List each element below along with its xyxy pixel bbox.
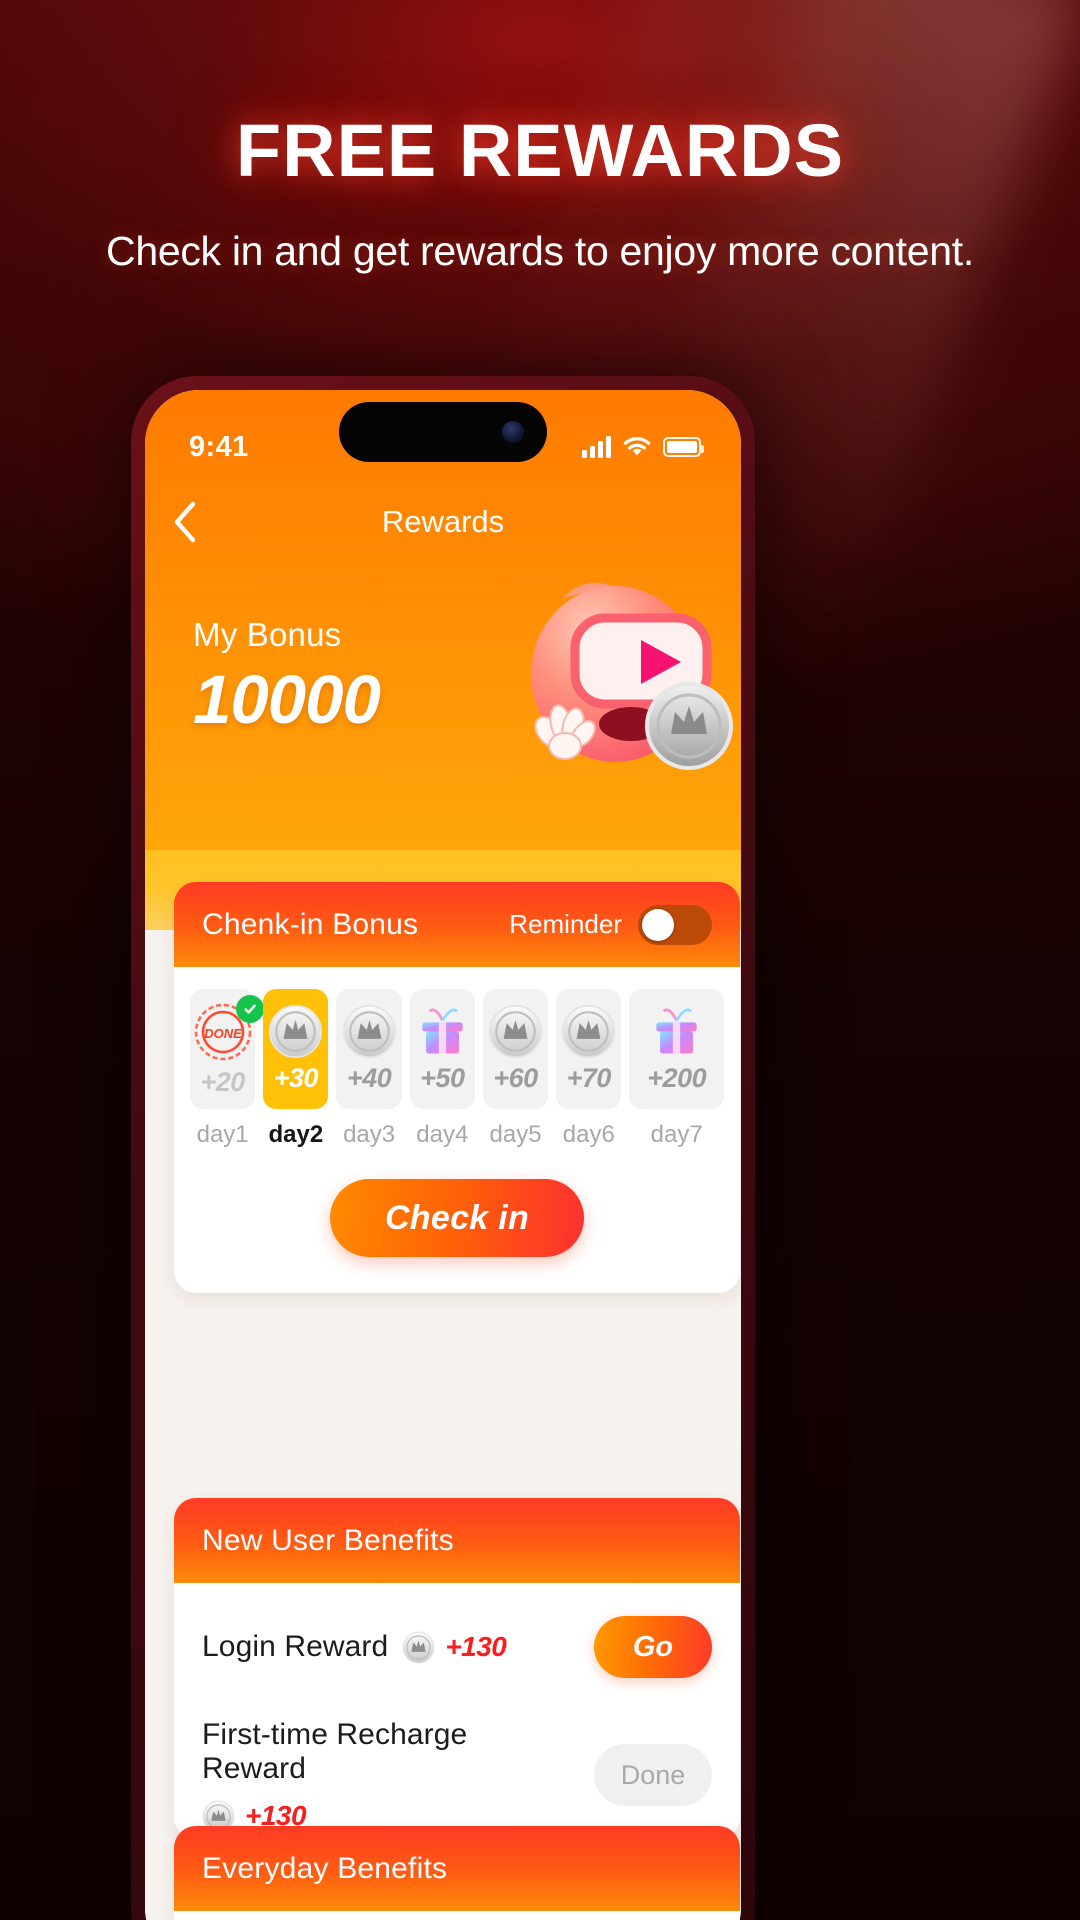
everyday-benefits-card: Everyday Benefits Watching Drama RewardG… — [174, 1826, 740, 1920]
checkin-days-row: DONE +20 day1 +30 day2 +40 day3 +50 day4 +60 day5 +… — [174, 967, 740, 1149]
checkin-day-tile[interactable]: +30 — [263, 989, 329, 1109]
checkin-day-tile[interactable]: +200 — [629, 989, 724, 1109]
checkin-day-tile[interactable]: +70 — [556, 989, 622, 1109]
checkin-card-body: DONE +20 day1 +30 day2 +40 day3 +50 day4 +60 day5 +… — [174, 967, 740, 1293]
everyday-benefits-body: Watching Drama RewardGet — [174, 1911, 740, 1920]
checkin-day-label: day4 — [416, 1121, 469, 1148]
checkin-card-title: Chenk-in Bonus — [202, 907, 419, 941]
checkin-bonus-card: Chenk-in Bonus Reminder DONE +20 day1 +30 da… — [174, 882, 740, 1293]
new-user-benefits-body: Login Reward +130 Go First-time Recharge Re… — [174, 1583, 740, 1839]
checkin-day-label: day6 — [562, 1121, 615, 1148]
checkin-day-label: day2 — [268, 1121, 324, 1148]
crown-coin-icon — [269, 1004, 323, 1059]
checkin-day-item[interactable]: +60 day5 — [482, 989, 549, 1149]
crown-coin-icon — [402, 1631, 435, 1663]
checkin-day-amount: +40 — [346, 1063, 392, 1093]
benefit-row: First-time Recharge Reward +130 Done — [174, 1711, 740, 1839]
everyday-benefits-header: Everyday Benefits — [174, 1826, 740, 1911]
checkin-day-amount: +60 — [493, 1063, 538, 1093]
front-camera-icon — [502, 421, 524, 443]
checkin-day-item[interactable]: +70 day6 — [556, 989, 622, 1149]
reminder-label: Reminder — [509, 909, 622, 939]
status-indicators — [582, 436, 704, 458]
page-title: FREE REWARDS — [235, 109, 845, 192]
checkin-day-item[interactable]: DONE +20 day1 — [190, 989, 264, 1149]
crown-coin-icon — [488, 1004, 543, 1059]
phone-screen: 9:41 Rewards My Bonus 10000 Chenk-in Bon… — [145, 390, 741, 1920]
phone-mockup-frame: 9:41 Rewards My Bonus 10000 Chenk-in Bon… — [131, 376, 755, 1920]
checkin-day-item[interactable]: +200 day7 — [629, 989, 724, 1149]
benefit-row: Watching Drama RewardGet — [174, 1911, 740, 1920]
checkin-day-tile[interactable]: +50 — [409, 989, 475, 1109]
benefit-info: Login Reward +130 — [202, 1630, 507, 1664]
checkin-day-label: day3 — [343, 1121, 396, 1148]
cellular-bars-icon — [582, 436, 611, 458]
checkin-day-label: day5 — [489, 1121, 542, 1148]
nav-bar: Rewards — [145, 482, 741, 562]
status-clock: 9:41 — [189, 430, 249, 463]
checkin-day-amount: +70 — [566, 1063, 612, 1093]
checkin-card-header: Chenk-in Bonus Reminder — [174, 882, 740, 967]
checkin-day-amount: +200 — [647, 1063, 707, 1093]
crown-coin-icon — [562, 1004, 616, 1059]
benefit-name: First-time Recharge Reward — [202, 1717, 468, 1785]
benefit-reward: +130 — [402, 1631, 507, 1664]
battery-full-icon — [663, 437, 704, 457]
checkin-day-label: day1 — [196, 1121, 249, 1148]
check-in-button[interactable]: Check in — [330, 1179, 584, 1257]
reminder-toggle-knob — [642, 908, 674, 941]
new-user-benefits-header: New User Benefits — [174, 1498, 740, 1583]
gift-box-icon — [422, 1008, 463, 1054]
bonus-summary: My Bonus 10000 — [193, 616, 381, 739]
mascot-play-character-icon — [531, 582, 733, 770]
reminder-toggle[interactable] — [638, 904, 712, 945]
checkin-day-item[interactable]: +40 day3 — [336, 989, 402, 1149]
benefit-action-button[interactable]: Go — [594, 1616, 712, 1678]
new-user-benefits-card: New User Benefits Login Reward +130 Go Firs… — [174, 1498, 740, 1839]
checkin-day-amount: +20 — [200, 1066, 245, 1097]
check-badge-icon — [235, 994, 264, 1023]
checkin-day-amount: +50 — [420, 1063, 465, 1093]
done-stamp-icon: DONE — [192, 994, 264, 1063]
benefit-action-button: Done — [594, 1744, 712, 1806]
checkin-day-label: day7 — [650, 1121, 703, 1148]
checkin-day-tile[interactable]: +40 — [336, 989, 402, 1109]
crown-coin-icon — [342, 1004, 396, 1059]
wifi-icon — [623, 437, 651, 456]
bonus-value: 10000 — [193, 661, 381, 738]
gift-box-icon — [656, 1008, 697, 1054]
checkin-day-item[interactable]: +30 day2 — [263, 989, 329, 1149]
checkin-day-tile[interactable]: DONE +20 — [190, 989, 264, 1109]
new-user-benefits-title: New User Benefits — [202, 1523, 454, 1557]
nav-title: Rewards — [381, 504, 505, 539]
everyday-benefits-title: Everyday Benefits — [202, 1851, 448, 1885]
dynamic-island — [339, 402, 547, 462]
benefit-name: Login Reward — [202, 1630, 389, 1663]
promo-subtitle: Check in and get rewards to enjoy more c… — [106, 227, 974, 274]
reminder-control[interactable]: Reminder — [509, 904, 712, 945]
benefit-info: First-time Recharge Reward +130 — [202, 1718, 572, 1833]
promo-header: FREE REWARDS Check in and get rewards to… — [0, 112, 1080, 280]
checkin-day-amount: +30 — [273, 1063, 319, 1093]
bonus-label: My Bonus — [193, 616, 342, 653]
svg-text:DONE: DONE — [204, 1026, 242, 1041]
benefit-row: Login Reward +130 Go — [174, 1583, 740, 1711]
benefit-reward-amount: +130 — [445, 1631, 507, 1662]
checkin-button-row: Check in — [174, 1149, 740, 1293]
checkin-day-tile[interactable]: +60 — [482, 989, 549, 1109]
checkin-day-item[interactable]: +50 day4 — [409, 989, 475, 1149]
